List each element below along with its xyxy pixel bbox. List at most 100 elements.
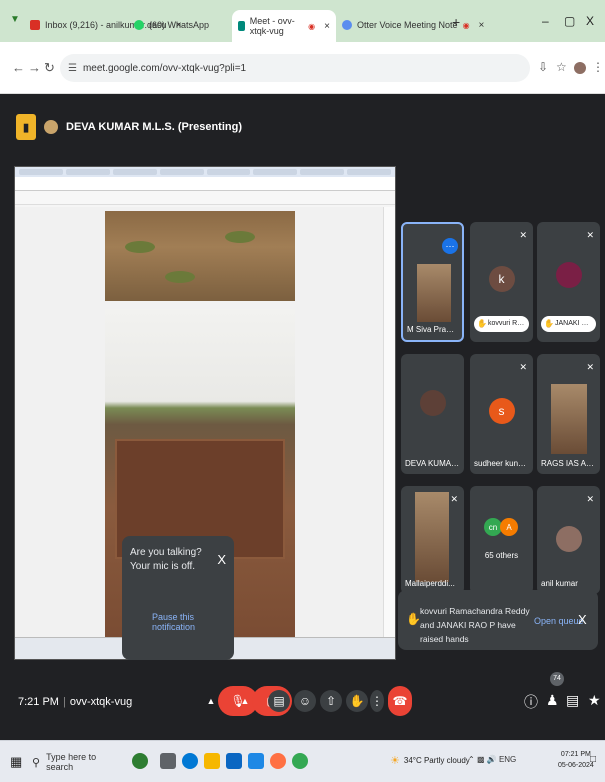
presenter-avatar	[44, 120, 58, 134]
meeting-time: 7:21 PM	[18, 696, 59, 708]
store-icon[interactable]	[248, 753, 264, 769]
mic-off-icon: ✕	[519, 362, 527, 372]
mic-off-icon: ✕	[450, 494, 458, 504]
participant-tile[interactable]: ✕ s sudheer kunap...	[470, 354, 533, 474]
network-icon[interactable]: ▩	[477, 755, 485, 764]
participant-name: kovvuri Ra...	[474, 316, 529, 332]
chevron-up-icon[interactable]: ⌃	[468, 755, 475, 764]
chat-icon[interactable]: ▤	[566, 692, 579, 709]
tab-label: (60) WhatsApp	[149, 20, 210, 30]
tab-label: Meet - ovv-xtqk-vug	[249, 16, 295, 36]
close-window-button[interactable]: X	[586, 14, 594, 28]
participant-tile[interactable]: DEVA KUMAR ...	[401, 354, 464, 474]
url-text: meet.google.com/ovv-xtqk-vug?pli=1	[82, 62, 247, 74]
avatar: A	[500, 518, 518, 536]
participant-tile[interactable]: ✕ k kovvuri Ra...	[470, 222, 533, 342]
people-icon[interactable]: ♟	[546, 692, 559, 709]
open-queue-button[interactable]: Open queue	[534, 616, 584, 626]
language-indicator[interactable]: ENG	[499, 755, 516, 764]
edge-icon[interactable]	[182, 753, 198, 769]
system-tray: ⌃ ▩ 🔊 ENG	[468, 755, 516, 764]
back-icon[interactable]: ←	[12, 60, 25, 75]
participant-name: DEVA KUMAR ...	[405, 459, 464, 468]
tab-label: Otter Voice Meeting Note	[357, 20, 458, 30]
present-button[interactable]: ⇧	[320, 690, 342, 712]
mail-icon[interactable]	[226, 753, 242, 769]
volume-icon[interactable]: 🔊	[487, 755, 497, 764]
plant-app-icon[interactable]	[132, 753, 148, 769]
raise-hand-button[interactable]: ✋	[346, 690, 368, 712]
raised-hand-icon: ✋	[406, 612, 421, 626]
participant-name: sudheer kunap...	[474, 459, 533, 468]
video-options-chevron-icon[interactable]: ▲	[238, 686, 252, 716]
tab-meet[interactable]: Meet - ovv-xtqk-vug ◉ ×	[232, 10, 336, 42]
participant-video	[417, 264, 451, 322]
weather-widget[interactable]: ☀ 34°C Partly cloudy	[390, 754, 470, 767]
reload-icon[interactable]: ↻	[44, 60, 55, 76]
whatsapp-icon	[134, 20, 144, 30]
recording-icon: ◉	[462, 20, 470, 30]
bookmark-star-icon[interactable]: ☆	[556, 60, 567, 74]
notification-text: Are you talking? Your mic is off.	[130, 547, 202, 572]
firefox-icon[interactable]	[270, 753, 286, 769]
menu-kebab-icon[interactable]: ⋮	[592, 60, 604, 74]
tab-otter[interactable]: Otter Voice Meeting Note ◉ ×	[336, 12, 490, 38]
more-options-button[interactable]: ⋮	[370, 690, 384, 712]
raised-hands-text: kovvuri Ramachandra Reddy and JANAKI RAO…	[420, 606, 530, 644]
participant-tile[interactable]: ✕ RAGS IAS Acad...	[537, 354, 600, 474]
participant-tile[interactable]: ⋯ M Siva Prasad ...	[401, 222, 464, 342]
maximize-button[interactable]: ▢	[564, 14, 575, 28]
mic-off-icon: ✕	[586, 494, 594, 504]
participant-video	[415, 492, 449, 582]
close-tab-icon[interactable]: ×	[324, 21, 330, 32]
presenter-header: ▮ DEVA KUMAR M.L.S. (Presenting)	[16, 114, 242, 140]
participant-tile[interactable]: cn A 65 others	[470, 486, 533, 594]
download-icon[interactable]: ⇩	[538, 60, 548, 74]
close-tab-icon[interactable]: ×	[479, 20, 485, 31]
leave-call-button[interactable]: ☎	[388, 686, 412, 716]
clock-time: 07:21 PM	[560, 751, 591, 758]
participant-video	[551, 384, 587, 454]
url-field[interactable]: ☰ meet.google.com/ovv-xtqk-vug?pli=1	[60, 54, 530, 82]
address-bar-row: ← → ↻ ☰ meet.google.com/ovv-xtqk-vug?pli…	[0, 42, 605, 94]
shared-browser-tabs	[15, 167, 395, 177]
avatar	[555, 262, 582, 288]
forward-icon[interactable]: →	[28, 60, 41, 75]
chrome-icon[interactable]	[292, 753, 308, 769]
participant-tile[interactable]: ✕ JANAKI RA...	[537, 222, 600, 342]
search-placeholder: Type here to search	[46, 752, 97, 772]
close-notification-button[interactable]: X	[217, 552, 226, 567]
participant-tile[interactable]: ✕ Mallaiperddi...	[401, 486, 464, 594]
participant-tile[interactable]: ✕ anil kumar	[537, 486, 600, 594]
mic-off-icon: ✕	[586, 230, 594, 240]
shared-side-strip	[383, 207, 395, 637]
meeting-info: 7:21 PM | ovv-xtqk-vug	[18, 696, 133, 708]
taskbar-search[interactable]: ⚲ Type here to search	[32, 749, 122, 775]
browser-tab-bar: ▼ Inbox (9,216) - anilkumar.dasu × (60) …	[0, 0, 605, 42]
task-view-icon[interactable]	[160, 753, 176, 769]
field-photo-top	[105, 211, 295, 301]
tab-search-icon[interactable]: ▼	[10, 14, 20, 25]
site-info-icon[interactable]: ☰	[68, 63, 77, 74]
participant-name: 65 others	[484, 551, 519, 560]
pause-notification-button[interactable]: Pause this notification	[152, 612, 234, 632]
minimize-button[interactable]: –	[542, 14, 549, 28]
mic-off-notification: Are you talking? Your mic is off. X Paus…	[122, 536, 234, 660]
audio-options-chevron-icon[interactable]: ▲	[204, 686, 218, 716]
captions-button[interactable]: ▤	[268, 690, 290, 712]
file-explorer-icon[interactable]	[204, 753, 220, 769]
windows-taskbar: ▦ ⚲ Type here to search ☀ 34°C Partly cl…	[0, 740, 605, 782]
clock[interactable]: 07:21 PM 05-06-2024	[558, 749, 594, 771]
reactions-button[interactable]: ☺	[294, 690, 316, 712]
meet-stage: ▮ DEVA KUMAR M.L.S. (Presenting) ⋯ M Siv…	[0, 94, 605, 726]
gmail-icon	[30, 20, 40, 30]
windows-start-icon[interactable]: ▦	[10, 754, 22, 770]
notification-icon[interactable]: □	[590, 754, 596, 765]
activities-icon[interactable]: ★	[588, 692, 601, 709]
close-raised-hands-button[interactable]: X	[578, 612, 587, 627]
meeting-details-icon[interactable]: ⓘ	[524, 692, 538, 712]
new-tab-button[interactable]: +	[452, 14, 460, 30]
more-options-icon[interactable]: ⋯	[442, 238, 458, 254]
profile-avatar[interactable]	[574, 62, 586, 74]
clock-date: 05-06-2024	[558, 762, 594, 769]
